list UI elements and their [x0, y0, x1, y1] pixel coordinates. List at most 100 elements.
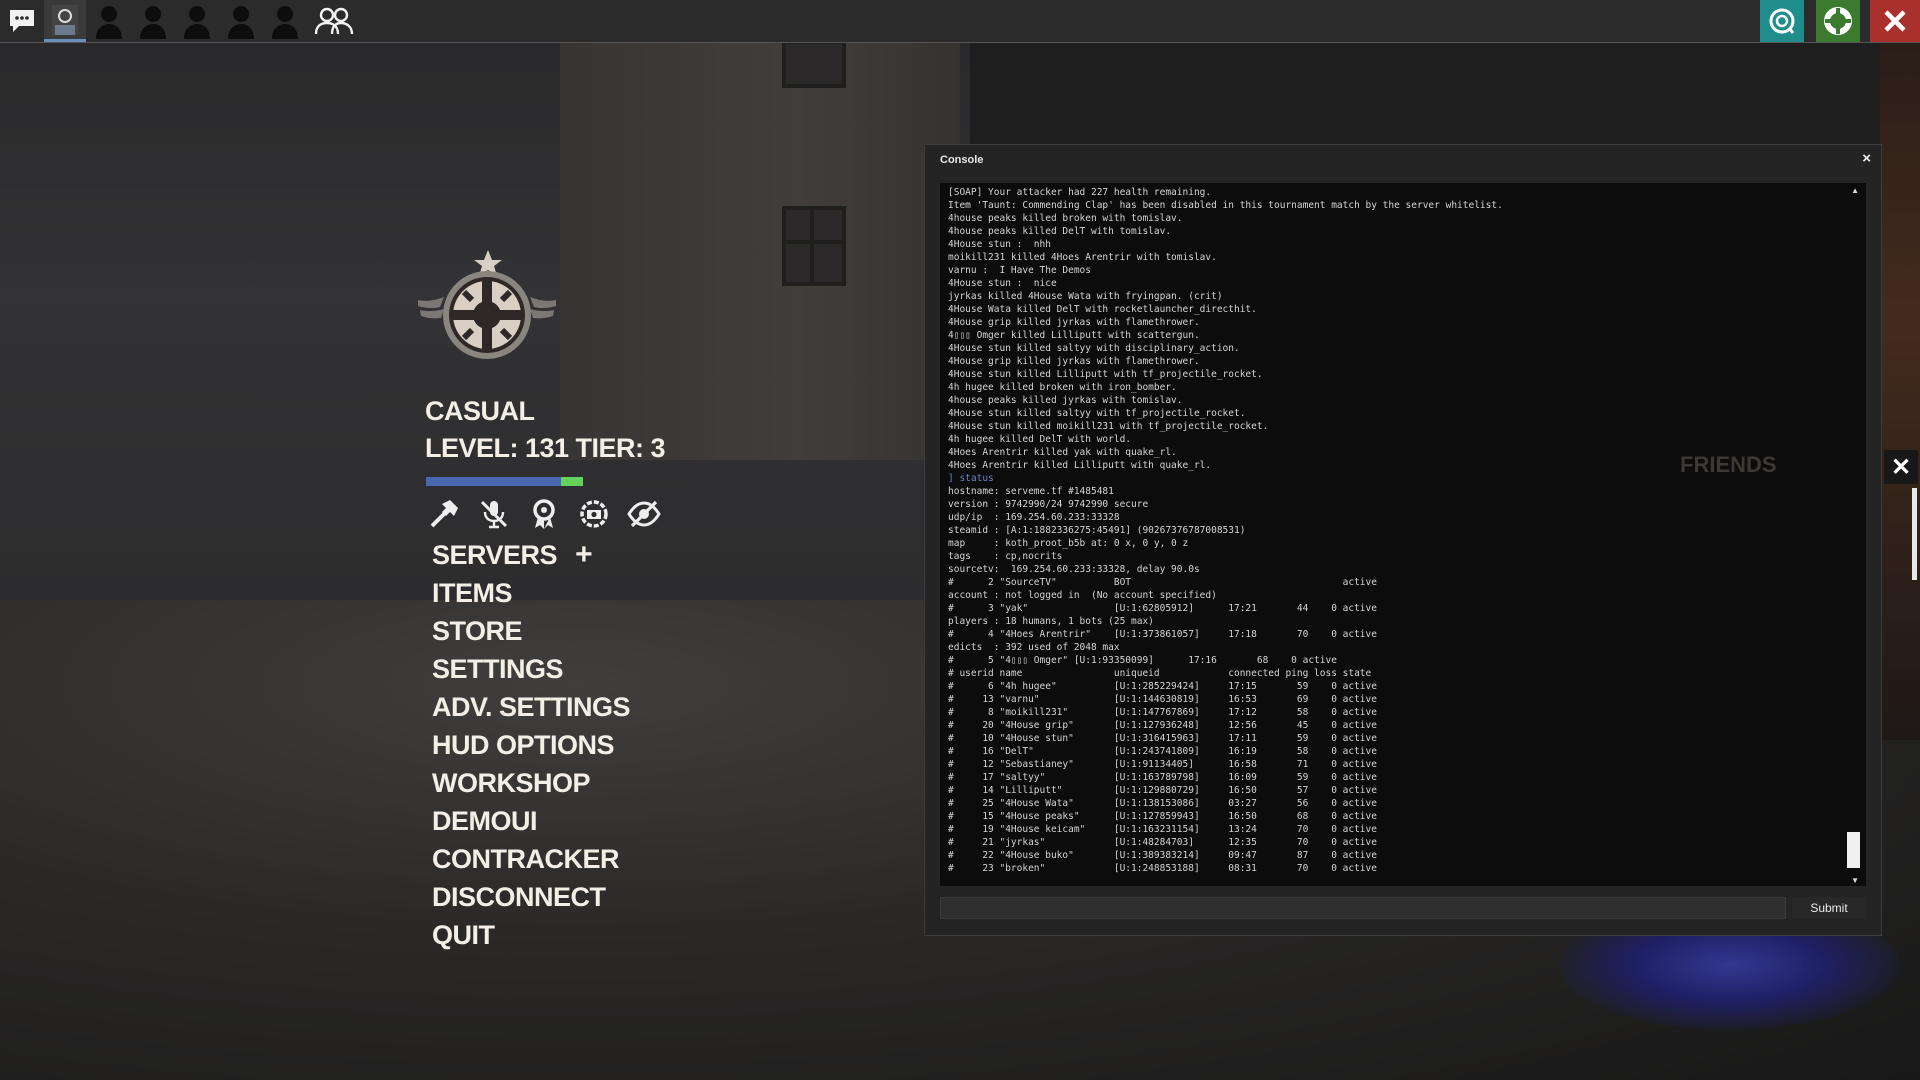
scroll-up-icon[interactable]: ▲: [1851, 186, 1859, 195]
friends-title: FRIENDS: [1680, 452, 1777, 477]
console-line: # 25 "4House Wata" [U:1:138153086] 03:27…: [948, 798, 1377, 809]
console-line: steamid : [A:1:1882336275:45491] (902673…: [948, 525, 1246, 536]
console-line: # 6 "4h hugee" [U:1:285229424] 17:15 59 …: [948, 681, 1377, 692]
scroll-down-icon[interactable]: ▼: [1851, 876, 1859, 885]
console-lines: [SOAP] Your attacker had 227 health rema…: [948, 186, 1828, 875]
hammer-icon[interactable]: [426, 497, 462, 531]
console-line: 4house peaks killed DelT with tomislav.: [948, 226, 1172, 237]
menu-item-adv-settings[interactable]: ADV. SETTINGS: [432, 688, 631, 726]
console-line: udp/ip : 169.254.60.233:33328: [948, 512, 1120, 523]
console-line: # 22 "4House buko" [U:1:389383214] 09:47…: [948, 850, 1377, 861]
scrollbar-thumb[interactable]: [1847, 832, 1860, 868]
menu-item-settings[interactable]: SETTINGS: [432, 650, 630, 688]
console-line: 4house peaks killed jyrkas with tomislav…: [948, 395, 1183, 406]
level-tier-text: LEVEL: 131 TIER: 3: [425, 433, 666, 463]
console-scrollbar[interactable]: ▲ ▼: [1847, 185, 1862, 885]
console-title: Console: [940, 154, 984, 166]
console-close-button[interactable]: ×: [1862, 150, 1871, 167]
mute-icon[interactable]: [476, 497, 512, 531]
lifebuoy-icon[interactable]: [1816, 0, 1860, 42]
console-line: # 16 "DelT" [U:1:243741809] 16:19 58 0 a…: [948, 746, 1377, 757]
console-line: sourcetv: 169.254.60.233:33328, delay 90…: [948, 564, 1200, 575]
console-log[interactable]: [SOAP] Your attacker had 227 health rema…: [940, 183, 1866, 886]
menu-item-hud-options[interactable]: HUD OPTIONS: [432, 726, 630, 764]
console-line: 4House stun killed moikill231 with tf_pr…: [948, 421, 1269, 432]
top-bar: [0, 0, 1920, 43]
console-line: 4House stun : nhh: [948, 239, 1051, 250]
console-line: 4House grip killed jyrkas with flamethro…: [948, 317, 1200, 328]
console-line: # 20 "4House grip" [U:1:127936248] 12:56…: [948, 720, 1377, 731]
friends-group-icon[interactable]: [310, 0, 358, 42]
menu-item-items[interactable]: ITEMS: [432, 574, 630, 612]
player-silhouette-icon[interactable]: [176, 0, 218, 42]
console-line: 4House stun killed saltyy with disciplin…: [948, 343, 1240, 354]
console-line: 4▯▯▯ Omger killed Lilliputt with scatter…: [948, 330, 1200, 341]
console-line: 4House stun killed Lilliputt with tf_pro…: [948, 369, 1263, 380]
console-line: [SOAP] Your attacker had 227 health rema…: [948, 187, 1212, 198]
console-line: 4house peaks killed broken with tomislav…: [948, 213, 1183, 224]
console-line: 4House Wata killed DelT with rocketlaunc…: [948, 304, 1257, 315]
main-menu: SERVERS + ITEMS STORE SETTINGS ADV. SETT…: [432, 536, 631, 954]
menu-item-workshop[interactable]: WORKSHOP: [432, 764, 630, 802]
console-line: jyrkas killed 4House Wata with fryingpan…: [948, 291, 1223, 302]
console-line: # 12 "Sebastianey" [U:1:91134405] 16:58 …: [948, 759, 1377, 770]
medal-icon[interactable]: [526, 497, 562, 531]
menu-item-store[interactable]: STORE: [432, 612, 630, 650]
close-icon: ✕: [1890, 453, 1912, 481]
console-line: # 8 "moikill231" [U:1:147767869] 17:12 5…: [948, 707, 1377, 718]
console-window: Console × [SOAP] Your attacker had 227 h…: [924, 144, 1882, 936]
console-line: 4House stun : nice: [948, 278, 1057, 289]
menu-item-servers[interactable]: SERVERS +: [432, 536, 630, 574]
menu-item-quit[interactable]: QUIT: [432, 916, 630, 954]
xp-progress-fill: [426, 477, 584, 486]
xp-progress-bar: [426, 477, 688, 486]
friends-scrollbar[interactable]: [1912, 488, 1917, 580]
menu-item-disconnect[interactable]: DISCONNECT: [432, 878, 630, 916]
console-line: # 2 "SourceTV" BOT active: [948, 577, 1377, 588]
console-line: # 17 "saltyy" [U:1:163789798] 16:09 59 0…: [948, 772, 1377, 783]
close-icon[interactable]: [1870, 0, 1920, 42]
console-line: map : koth_proot_b5b at: 0 x, 0 y, 0 z: [948, 538, 1189, 549]
ring-icon[interactable]: [1760, 0, 1804, 42]
friends-close-button[interactable]: ✕: [1884, 450, 1918, 484]
settings-camera-icon[interactable]: [576, 497, 612, 531]
console-line: # 3 "yak" [U:1:62805912] 17:21 44 0 acti…: [948, 603, 1377, 614]
player-silhouette-icon[interactable]: [264, 0, 306, 42]
tf2-logo: [418, 250, 556, 365]
console-line: version : 9742990/24 9742990 secure: [948, 499, 1149, 510]
menu-item-demoui[interactable]: DEMOUI: [432, 802, 630, 840]
console-line: # 23 "broken" [U:1:248853188] 08:31 70 0…: [948, 863, 1377, 874]
console-line: Item 'Taunt: Commending Clap' has been d…: [948, 200, 1503, 211]
console-line: # 5 "4▯▯▯ Omger" [U:1:93350099] 17:16 68…: [948, 655, 1337, 666]
console-line: moikill231 killed 4Hoes Arentrir with to…: [948, 252, 1217, 263]
add-server-button[interactable]: +: [575, 536, 593, 574]
console-line: # 13 "varnu" [U:1:144630819] 16:53 69 0 …: [948, 694, 1377, 705]
console-line: edicts : 392 used of 2048 max: [948, 642, 1120, 653]
console-line: # 10 "4House stun" [U:1:316415963] 17:11…: [948, 733, 1377, 744]
player-silhouette-icon[interactable]: [220, 0, 262, 42]
console-line: # 15 "4House peaks" [U:1:127859943] 16:5…: [948, 811, 1377, 822]
console-line: varnu : I Have The Demos: [948, 265, 1091, 276]
menu-item-contracker[interactable]: CONTRACKER: [432, 840, 630, 878]
console-input[interactable]: [940, 897, 1786, 919]
console-line: 4House stun killed saltyy with tf_projec…: [948, 408, 1246, 419]
player-silhouette-icon[interactable]: [88, 0, 130, 42]
console-line: hostname: serveme.tf #1485481: [948, 486, 1114, 497]
avatar-icon[interactable]: [44, 0, 86, 42]
hidden-eye-icon[interactable]: [626, 497, 662, 531]
player-silhouette-icon[interactable]: [132, 0, 174, 42]
console-line: # 14 "Lilliputt" [U:1:129880729] 16:50 5…: [948, 785, 1377, 796]
console-line: 4House grip killed jyrkas with flamethro…: [948, 356, 1200, 367]
console-line: players : 18 humans, 1 bots (25 max): [948, 616, 1154, 627]
xp-progress-tip: [561, 477, 584, 486]
console-line: 4h hugee killed DelT with world.: [948, 434, 1132, 445]
console-submit-button[interactable]: Submit: [1792, 897, 1866, 919]
console-line: # 4 "4Hoes Arentrir" [U:1:373861057] 17:…: [948, 629, 1377, 640]
console-line: 4h hugee killed broken with iron_bomber.: [948, 382, 1177, 393]
console-line: tags : cp,nocrits: [948, 551, 1063, 562]
console-line: # 19 "4House keicam" [U:1:163231154] 13:…: [948, 824, 1377, 835]
chat-icon[interactable]: [0, 0, 44, 42]
console-line: account : not logged in (No account spec…: [948, 590, 1217, 601]
console-line: # 21 "jyrkas" [U:1:48284703] 12:35 70 0 …: [948, 837, 1377, 848]
quick-icons-row: [426, 497, 662, 531]
